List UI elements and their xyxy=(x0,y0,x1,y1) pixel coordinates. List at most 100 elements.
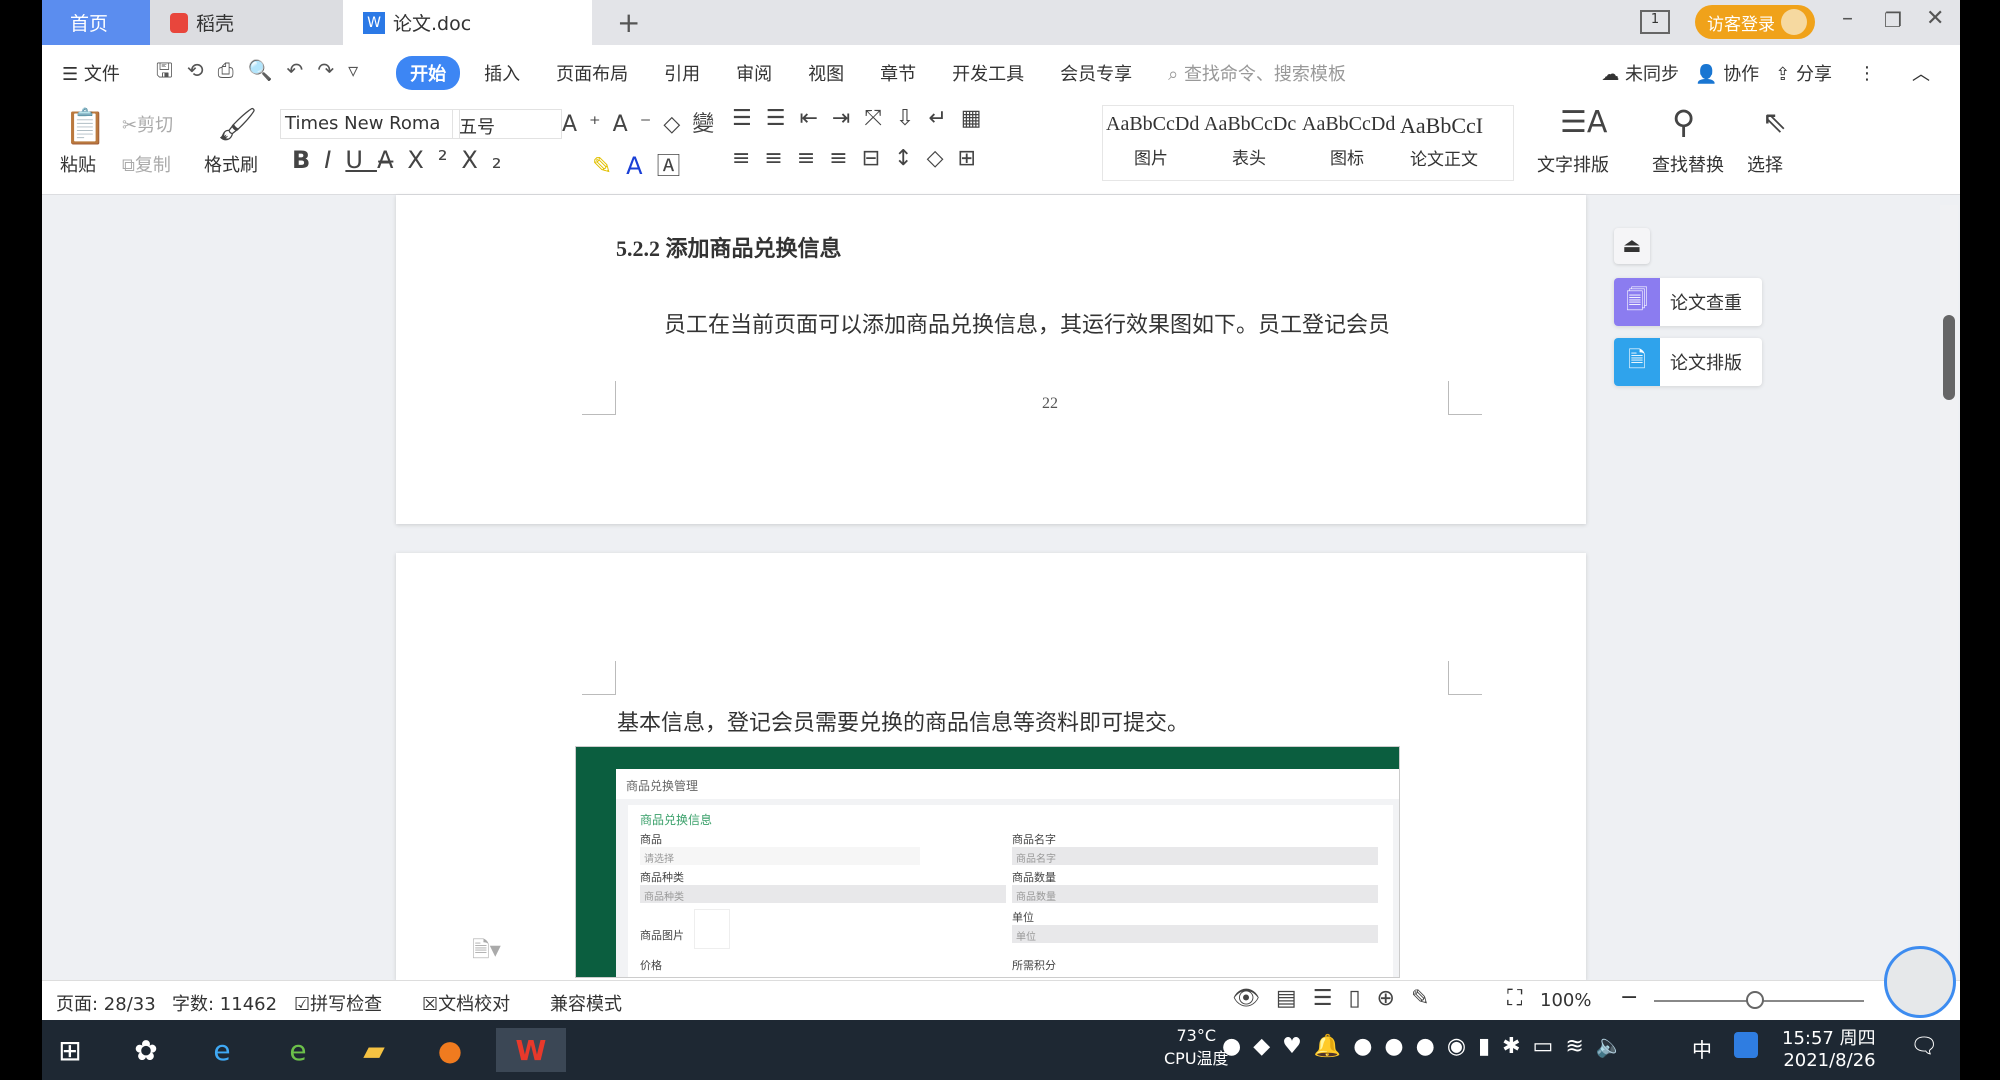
text-layout-icon[interactable]: ☰A xyxy=(1560,105,1607,140)
format-painter-icon[interactable]: 🖌 xyxy=(217,105,258,143)
menu-view[interactable]: 视图 xyxy=(790,60,862,86)
file-menu[interactable]: ☰ 文件 xyxy=(42,60,138,86)
ie-browser-icon[interactable]: e xyxy=(200,1028,244,1072)
view-mode-icons[interactable]: 👁▤☰▯⊕✎ xyxy=(1232,986,1445,1011)
zoom-slider[interactable] xyxy=(1654,991,1864,1009)
style-body[interactable]: AaBbCcI 论文正文 xyxy=(1400,113,1483,170)
command-search[interactable]: ⌕ 查找命令、搜索模板 xyxy=(1150,60,1364,86)
sync-label: 未同步 xyxy=(1625,64,1680,85)
copy-button[interactable]: ⧉复制 xyxy=(122,151,171,177)
panel-collapse-icon[interactable]: ⏏ xyxy=(1614,228,1650,264)
spell-check-button[interactable]: ☑拼写检查 xyxy=(294,990,382,1016)
share-label: 分享 xyxy=(1796,64,1832,85)
menu-insert[interactable]: 插入 xyxy=(466,60,538,86)
menu-icon: ☰ xyxy=(62,64,84,85)
notification-icon[interactable]: 🗨 xyxy=(1910,1034,1938,1059)
zoom-slider-thumb[interactable] xyxy=(1746,991,1764,1009)
paragraph[interactable]: 员工在当前页面可以添加商品兑换信息，其运行效果图如下。员工登记会员 xyxy=(664,307,1390,339)
paper-check-button[interactable]: 🗐 论文查重 xyxy=(1614,278,1762,326)
embed-label: 商品图片 xyxy=(640,929,684,942)
embed-label: 商品种类 xyxy=(640,871,684,884)
more-icon[interactable]: ⋮ xyxy=(1840,63,1894,84)
tray-icons[interactable]: ●◆♥🔔●●●◉▮✱▭≋🔈 xyxy=(1222,1034,1635,1059)
tab-document[interactable]: W 论文.doc xyxy=(343,0,592,45)
wps-icon[interactable]: W xyxy=(496,1028,566,1072)
tab-bar: 首页 稻壳 W 论文.doc + 1 访客登录 – ❐ ✕ xyxy=(42,0,1960,45)
windows-start-icon[interactable]: ⊞ xyxy=(48,1028,92,1072)
style-preview: AaBbCcDc xyxy=(1204,113,1297,135)
cursor-icon[interactable]: ⇖ xyxy=(1762,105,1787,140)
menu-review[interactable]: 审阅 xyxy=(718,60,790,86)
magnifier-icon[interactable]: ⚲ xyxy=(1672,103,1695,141)
new-tab-button[interactable]: + xyxy=(597,0,640,45)
app-icon[interactable]: ● xyxy=(428,1028,472,1072)
zoom-out-icon[interactable]: − xyxy=(1620,985,1638,1010)
sync-button[interactable]: ☁ 未同步 xyxy=(1593,60,1687,86)
menu-start[interactable]: 开始 xyxy=(396,56,461,90)
style-preview: AaBbCcI xyxy=(1400,113,1484,138)
style-name: 图标 xyxy=(1330,149,1364,169)
paragraph-icons[interactable]: ≡≡≡≡⊟↕◇⊞ xyxy=(732,146,990,171)
collab-button[interactable]: 👤 协作 xyxy=(1687,60,1767,86)
scissors-icon: ✂ xyxy=(122,115,138,136)
vertical-scrollbar[interactable] xyxy=(1940,205,1958,975)
word-count[interactable]: 字数: 11462 xyxy=(172,990,277,1016)
tab-docer[interactable]: 稻壳 xyxy=(150,0,343,45)
clock[interactable]: 15:57 周四 2021/8/26 xyxy=(1782,1024,1876,1071)
browser-icon[interactable]: e xyxy=(276,1028,320,1072)
menu-member[interactable]: 会员专享 xyxy=(1042,60,1150,86)
qq-icon[interactable] xyxy=(1734,1032,1758,1058)
embedded-screenshot[interactable]: 商品兑换管理 商品兑换信息 商品 商品名字 请选择 商品名字 商品种类 商品数量… xyxy=(575,746,1400,978)
minimize-icon[interactable]: – xyxy=(1842,6,1853,31)
menu-developer[interactable]: 开发工具 xyxy=(934,60,1042,86)
proofread-label: 文档校对 xyxy=(438,994,511,1015)
paper-layout-button[interactable]: 🗎 论文排版 xyxy=(1614,338,1762,386)
menu-page-layout[interactable]: 页面布局 xyxy=(538,60,646,86)
style-icon[interactable]: AaBbCcDd 图标 xyxy=(1302,113,1395,169)
quick-access-toolbar[interactable]: 🖫⟲⎙🔍↶↷▿ xyxy=(138,56,390,90)
paper-check-label: 论文查重 xyxy=(1670,293,1742,314)
paragraph[interactable]: 基本信息，登记会员需要兑换的商品信息等资料即可提交。 xyxy=(617,705,1189,737)
text-layout-button[interactable]: 文字排版 xyxy=(1537,151,1609,177)
text-format-icons[interactable]: BIUA̶X²X₂ xyxy=(292,146,516,174)
collapse-ribbon-icon[interactable]: ︿ xyxy=(1894,60,1960,86)
close-icon[interactable]: ✕ xyxy=(1926,6,1944,31)
restore-icon[interactable]: ❐ xyxy=(1884,8,1902,32)
list-icons[interactable]: ☰☰⇤⇥⤧⇩↵▦ xyxy=(732,106,996,131)
menu-chapter[interactable]: 章节 xyxy=(862,60,934,86)
style-picture[interactable]: AaBbCcDd 图片 xyxy=(1106,113,1199,169)
window-count-icon[interactable]: 1 xyxy=(1640,10,1670,34)
cut-button[interactable]: ✂剪切 xyxy=(122,111,173,137)
tab-home[interactable]: 首页 xyxy=(42,0,150,45)
app-icon[interactable]: ✿ xyxy=(124,1028,168,1072)
scrollbar-thumb[interactable] xyxy=(1943,315,1955,400)
page-indicator[interactable]: 页面: 28/33 xyxy=(56,990,156,1016)
format-painter-button[interactable]: 格式刷 xyxy=(204,151,258,177)
paste-button[interactable]: 粘贴 xyxy=(60,151,96,177)
document-page-22: 5.2.2 添加商品兑换信息 员工在当前页面可以添加商品兑换信息，其运行效果图如… xyxy=(396,195,1586,524)
font-size-select[interactable]: 五号 xyxy=(452,109,562,139)
select-button[interactable]: 选择 xyxy=(1747,151,1783,177)
taskbar: ⊞ ✿ e e ▰ ● W 73°C CPU温度 ●◆♥🔔●●●◉▮✱▭≋🔈 中 … xyxy=(42,1020,1960,1080)
zoom-level[interactable]: 100% xyxy=(1540,990,1591,1011)
ime-indicator[interactable]: 中 xyxy=(1692,1034,1712,1063)
color-icons[interactable]: ✎A🄰 xyxy=(592,146,695,181)
style-table-header[interactable]: AaBbCcDc 表头 xyxy=(1204,113,1296,169)
guest-login-label: 访客登录 xyxy=(1707,14,1775,35)
share-button[interactable]: ⇪ 分享 xyxy=(1767,60,1840,86)
menu-references[interactable]: 引用 xyxy=(646,60,718,86)
file-explorer-icon[interactable]: ▰ xyxy=(352,1028,396,1072)
embed-label: 商品名字 xyxy=(1012,833,1056,846)
font-tools-icons[interactable]: A⁺A⁻◇變 xyxy=(562,106,726,138)
margin-corner xyxy=(1448,661,1482,695)
page-number: 22 xyxy=(1042,395,1058,412)
find-replace-button[interactable]: 查找替换 xyxy=(1652,151,1724,177)
assistant-avatar[interactable] xyxy=(1884,946,1956,1018)
proofread-button[interactable]: ☒文档校对 xyxy=(422,990,510,1016)
style-preview: AaBbCcDd xyxy=(1106,113,1200,135)
guest-login-button[interactable]: 访客登录 xyxy=(1695,5,1815,39)
page-layout-icon[interactable]: 🗎▾ xyxy=(472,933,501,971)
paste-icon[interactable]: 📋 xyxy=(64,107,106,147)
font-family-select[interactable]: Times New Roma xyxy=(280,109,460,139)
fit-page-icon[interactable]: ⛶ xyxy=(1507,986,1522,1011)
